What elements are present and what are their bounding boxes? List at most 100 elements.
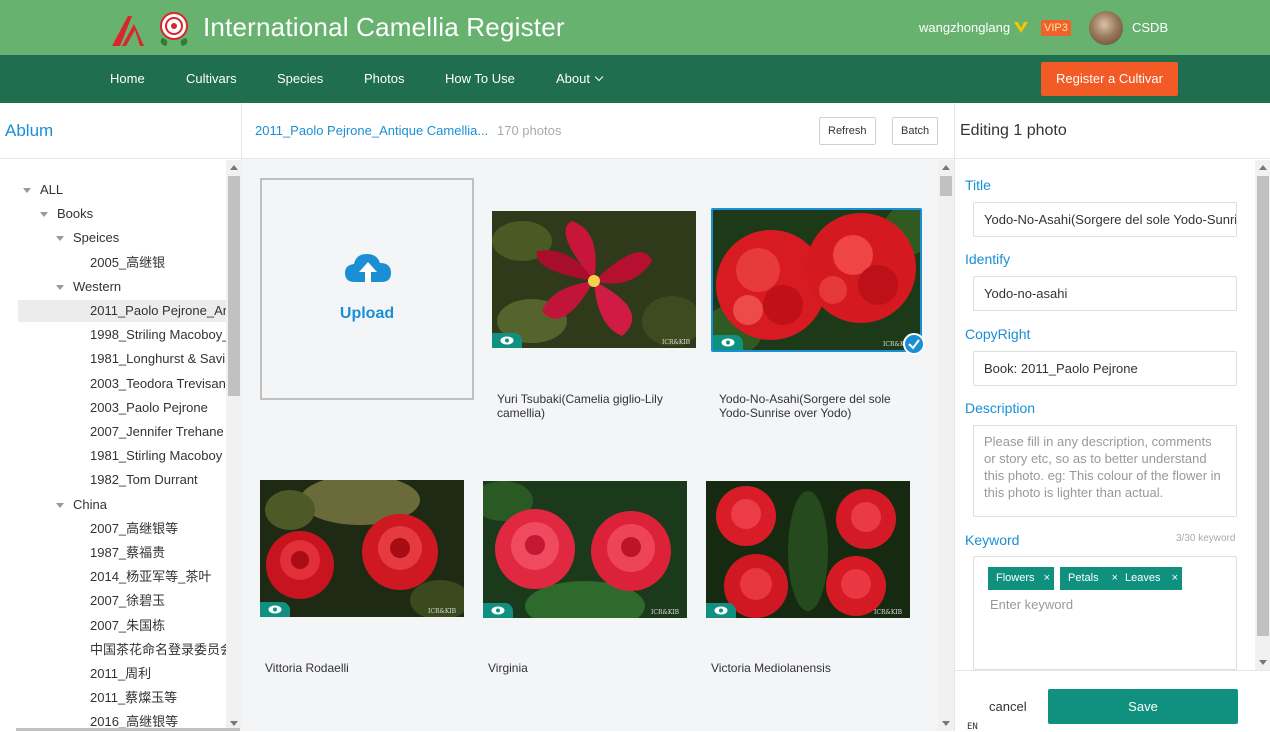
tree-item[interactable]: 2011_周利: [0, 663, 226, 685]
scrollbar-thumb[interactable]: [228, 176, 240, 396]
database-link[interactable]: CSDB: [1132, 20, 1168, 35]
tree-item[interactable]: 1987_蔡福贵: [0, 542, 226, 564]
tree-item[interactable]: China: [0, 494, 226, 516]
tree-item[interactable]: 中国茶花命名登录委员会: [0, 639, 226, 661]
album-tree: ALL Books Speices 2005_高继银 Western 2011_Paolo…: [0, 160, 226, 731]
tree-item-label: 2011_Paolo Pejrone_Ar: [90, 303, 226, 318]
edit-panel-header: Editing 1 photo: [955, 103, 1270, 159]
photo-victoria-mediolanensis: ICR&KIB: [706, 481, 910, 618]
description-label: Description: [965, 400, 1036, 416]
keyword-field[interactable]: Flowers × Petals × Leaves × Enter keyword: [973, 556, 1237, 670]
edit-panel-title: Editing 1 photo: [960, 122, 1067, 139]
tree-item[interactable]: Books: [0, 203, 226, 225]
keyword-count: 3/30 keyword: [1176, 533, 1236, 544]
scroll-up-icon[interactable]: [230, 165, 238, 170]
keyword-input[interactable]: Enter keyword: [990, 597, 1073, 612]
avatar[interactable]: [1089, 11, 1123, 45]
identify-label: Identify: [965, 251, 1011, 267]
nav-cultivars[interactable]: Cultivars: [186, 71, 237, 86]
tree-item[interactable]: Speices: [0, 227, 226, 249]
album-path[interactable]: 2011_Paolo Pejrone_Antique Camellia...: [255, 123, 488, 138]
watermark: ICR&KIB: [651, 609, 680, 616]
title-field[interactable]: Yodo-No-Asahi(Sorgere del sole Yodo-Sunr…: [973, 202, 1237, 237]
tree-item[interactable]: 2007_朱国栋: [0, 615, 226, 637]
tree-item-label: 1998_Striling Macoboy_: [90, 327, 226, 343]
tree-item[interactable]: 2005_高继银: [0, 252, 226, 274]
tree-item-label: 1981_Longhurst & Savi: [90, 351, 226, 367]
upload-dropzone[interactable]: Upload: [260, 178, 474, 400]
tree-item-label: 2007_徐碧玉: [90, 593, 166, 609]
register-logo-icon: [112, 16, 144, 46]
selection-frame: [711, 208, 922, 352]
chevron-down-icon: [594, 72, 604, 82]
album-tree-scrollbar[interactable]: [226, 160, 242, 731]
remove-tag-icon[interactable]: ×: [1172, 567, 1178, 590]
caret-down-icon[interactable]: [56, 236, 64, 242]
edit-panel: Editing 1 photo Title Yodo-No-Asahi(Sorg…: [954, 103, 1270, 732]
tree-item-label: Books: [57, 206, 94, 222]
edit-panel-scrollbar[interactable]: [1255, 160, 1270, 670]
photo-caption: Victoria Mediolanensis: [711, 661, 831, 675]
album-panel: Ablum ALL Books Speices 2005_高继银 Western 2011…: [0, 103, 242, 731]
photo-thumbnail[interactable]: ICR&KIB: [706, 481, 910, 618]
selected-check-icon[interactable]: [903, 333, 925, 355]
photo-grid-scrollbar[interactable]: [938, 160, 954, 731]
copyright-field[interactable]: Book: 2011_Paolo Pejrone: [973, 351, 1237, 386]
scrollbar-thumb[interactable]: [940, 176, 952, 196]
title-label: Title: [965, 177, 991, 193]
identify-field[interactable]: Yodo-no-asahi: [973, 276, 1237, 311]
tree-item[interactable]: 2011_蔡燦玉等: [0, 687, 226, 709]
tree-item-label: Western: [73, 278, 122, 294]
scrollbar-thumb[interactable]: [1257, 176, 1269, 636]
batch-button[interactable]: Batch: [892, 117, 939, 145]
photo-thumbnail[interactable]: ICR&KIB: [492, 211, 696, 348]
top-header: International Camellia Register wangzhon…: [0, 0, 1270, 55]
register-cultivar-button[interactable]: Register a Cultivar: [1041, 62, 1178, 96]
tree-item[interactable]: Western: [0, 276, 226, 298]
nav-species[interactable]: Species: [277, 71, 323, 86]
watermark: ICR&KIB: [874, 609, 903, 616]
tree-item[interactable]: 2007_高继银等: [0, 518, 226, 540]
scroll-down-icon[interactable]: [1259, 660, 1267, 665]
eye-icon: [500, 336, 514, 345]
tree-item[interactable]: 2014_杨亚军等_茶叶: [0, 566, 226, 588]
description-field[interactable]: Please fill in any description, comments…: [973, 425, 1237, 517]
refresh-button[interactable]: Refresh: [819, 117, 876, 145]
visibility-toggle[interactable]: [483, 603, 513, 618]
photo-thumbnail[interactable]: ICR&KIB: [260, 480, 464, 617]
caret-down-icon[interactable]: [40, 212, 48, 218]
scroll-down-icon[interactable]: [942, 721, 950, 726]
tree-item[interactable]: 2011_Paolo Pejrone_Ar: [18, 300, 226, 322]
photo-thumbnail[interactable]: ICR&KIB: [483, 481, 687, 618]
save-button[interactable]: Save: [1048, 689, 1238, 724]
scroll-up-icon[interactable]: [942, 165, 950, 170]
caret-down-icon[interactable]: [56, 502, 64, 508]
nav-home[interactable]: Home: [110, 71, 145, 86]
remove-tag-icon[interactable]: ×: [1044, 567, 1050, 590]
visibility-toggle[interactable]: [492, 333, 522, 348]
vip-v-icon: [1014, 22, 1028, 33]
nav-about[interactable]: About: [556, 71, 604, 86]
tree-item[interactable]: 1998_Striling Macoboy_: [0, 324, 226, 346]
scroll-down-icon[interactable]: [230, 721, 238, 726]
keyword-tag: Leaves ×: [1117, 567, 1182, 590]
caret-down-icon[interactable]: [23, 188, 31, 193]
tree-item[interactable]: ALL: [0, 179, 226, 201]
tree-item[interactable]: 1981_Longhurst & Savi: [0, 348, 226, 370]
tree-item[interactable]: 1981_Stirling Macoboy: [0, 445, 226, 467]
nav-photos[interactable]: Photos: [364, 71, 404, 86]
visibility-toggle[interactable]: [260, 602, 290, 617]
nav-how-to-use[interactable]: How To Use: [445, 71, 515, 86]
tree-item[interactable]: 2003_Teodora Trevisan: [0, 373, 226, 395]
tree-item-label: 1987_蔡福贵: [90, 545, 166, 560]
tree-item[interactable]: 2003_Paolo Pejrone: [0, 397, 226, 419]
tree-item[interactable]: 2007_Jennifer Trehane: [0, 421, 226, 443]
tree-item[interactable]: 1982_Tom Durrant: [0, 469, 226, 491]
cancel-button[interactable]: cancel: [989, 699, 1027, 714]
user-name[interactable]: wangzhonglang: [919, 20, 1010, 35]
scroll-up-icon[interactable]: [1259, 165, 1267, 170]
tree-item[interactable]: 2007_徐碧玉: [0, 590, 226, 612]
visibility-toggle[interactable]: [706, 603, 736, 618]
caret-down-icon[interactable]: [56, 284, 64, 290]
photo-caption: Vittoria Rodaelli: [265, 661, 349, 675]
